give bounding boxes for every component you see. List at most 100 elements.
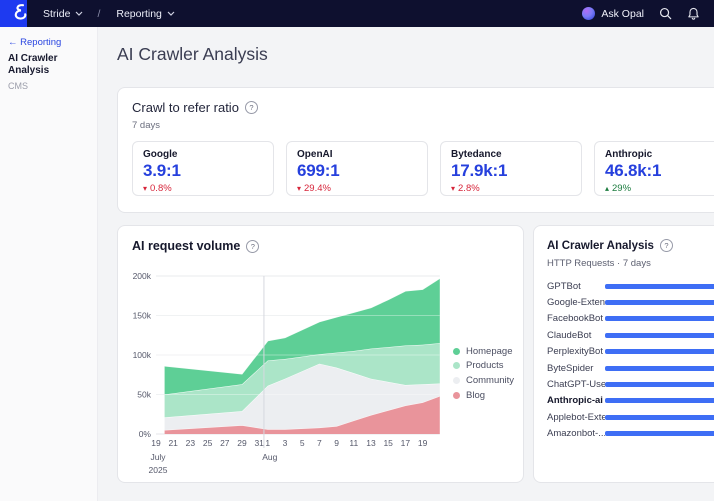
stat-label: Anthropic [605, 149, 714, 160]
crawler-row-label: ChatGPT-User [547, 379, 605, 390]
stride-logo[interactable] [0, 0, 27, 27]
help-icon[interactable]: ? [660, 239, 673, 252]
crawler-bar [605, 300, 714, 305]
stat-label: OpenAI [297, 149, 417, 160]
svg-text:3: 3 [283, 438, 288, 448]
crawler-card-subtitle: HTTP Requests · 7 days [534, 252, 714, 269]
ask-opal-button[interactable]: Ask Opal [582, 7, 644, 20]
crawler-bar-track [605, 366, 714, 371]
nav-right-group: Ask Opal [582, 7, 714, 21]
stats-row: Google3.9:1▾0.8%OpenAI699:1▾29.4%Bytedan… [132, 141, 714, 196]
ai-crawler-analysis-card: AI Crawler Analysis ? HTTP Requests · 7 … [533, 225, 714, 483]
svg-text:21: 21 [168, 438, 178, 448]
ask-opal-label: Ask Opal [601, 8, 644, 20]
opal-orb-icon [582, 7, 595, 20]
crawler-bar-track [605, 316, 714, 321]
crawler-card-title: AI Crawler Analysis [547, 240, 654, 252]
crawler-bar [605, 398, 714, 403]
crawler-row-facebookbot: FacebookBot [547, 311, 714, 327]
legend-label: Blog [466, 390, 485, 401]
crawler-row-label: Anthropic-ai [547, 395, 605, 406]
svg-text:27: 27 [220, 438, 230, 448]
nav-menu-reporting[interactable]: Reporting [116, 8, 175, 20]
logo-glyph-icon [10, 3, 30, 25]
search-icon[interactable] [659, 7, 672, 20]
svg-text:25: 25 [203, 438, 213, 448]
legend-dot-icon [453, 362, 460, 369]
crawler-bar [605, 284, 714, 289]
crawler-row-amazonbot-: Amazonbot-... [547, 426, 714, 442]
crawler-bar-list: GPTBot Google-ExtencFacebookBot ClaudeBot P… [547, 278, 714, 442]
stat-delta: ▴29% [605, 183, 714, 194]
nav-menu-stride[interactable]: Stride [43, 8, 83, 20]
bell-icon[interactable] [687, 7, 700, 21]
svg-text:29: 29 [237, 438, 247, 448]
stacked-area-chart: 0%50k100k150k200k19212325272931135791113… [118, 266, 468, 478]
legend-item-blog[interactable]: Blog [453, 388, 514, 403]
crawler-row-label: GPTBot [547, 281, 605, 292]
legend-item-community[interactable]: Community [453, 373, 514, 388]
crawler-bar-track [605, 284, 714, 289]
stat-label: Bytedance [451, 149, 571, 160]
ratio-card-period: 7 days [118, 115, 714, 131]
sidebar-current-page: AI Crawler Analysis [8, 53, 89, 77]
stat-value: 17.9k:1 [451, 161, 571, 181]
legend-dot-icon [453, 348, 460, 355]
help-icon[interactable]: ? [246, 240, 259, 253]
legend-item-homepage[interactable]: Homepage [453, 344, 514, 359]
crawler-row-label: ByteSpider [547, 363, 605, 374]
crawl-to-refer-ratio-card: Crawl to refer ratio ? 7 days Google3.9:… [117, 87, 714, 213]
svg-text:23: 23 [186, 438, 196, 448]
crawler-bar-track [605, 415, 714, 420]
stat-delta: ▾29.4% [297, 183, 417, 194]
crawler-row-label: ClaudeBot [547, 330, 605, 341]
stat-delta-value: 0.8% [150, 183, 172, 194]
crawler-bar-track [605, 431, 714, 436]
crawler-bar [605, 333, 714, 338]
crawler-bar-track [605, 382, 714, 387]
stat-card-anthropic: Anthropic46.8k:1 ▴29% [594, 141, 714, 196]
svg-text:19: 19 [151, 438, 161, 448]
sidebar-back-link[interactable]: ← Reporting [8, 37, 89, 48]
svg-text:Aug: Aug [262, 452, 277, 462]
help-icon[interactable]: ? [245, 101, 258, 114]
crawler-row-bytespider: ByteSpider [547, 360, 714, 376]
svg-text:11: 11 [349, 438, 358, 448]
stat-delta-value: 29.4% [304, 183, 331, 194]
svg-text:150k: 150k [133, 311, 152, 321]
triangle-down-icon: ▾ [297, 184, 301, 193]
crawler-bar-track [605, 349, 714, 354]
svg-text:100k: 100k [133, 350, 152, 360]
stat-card-bytedance: Bytedance17.9k:1▾2.8% [440, 141, 582, 196]
legend-label: Community [466, 375, 514, 386]
ratio-card-title: Crawl to refer ratio [132, 100, 239, 115]
page-title: AI Crawler Analysis [117, 44, 268, 65]
crawler-bar-track [605, 398, 714, 403]
volume-card-title: AI request volume [132, 239, 240, 253]
stat-value: 46.8k:1 [605, 161, 714, 181]
stat-card-openai: OpenAI699:1▾29.4% [286, 141, 428, 196]
ai-request-volume-card: AI request volume ? 0%50k100k150k200k192… [117, 225, 524, 483]
svg-text:7: 7 [317, 438, 322, 448]
crawler-bar [605, 415, 714, 420]
svg-text:200k: 200k [133, 271, 152, 281]
crawler-row-gptbot: GPTBot [547, 278, 714, 294]
chevron-down-icon [167, 11, 175, 16]
sidebar: ← Reporting AI Crawler Analysis CMS [0, 27, 98, 501]
crawler-row-claudebot: ClaudeBot [547, 327, 714, 343]
svg-text:9: 9 [334, 438, 339, 448]
crawler-row-chatgpt-user: ChatGPT-User [547, 376, 714, 392]
triangle-up-icon: ▴ [605, 184, 609, 193]
crawler-row-perplexitybot: PerplexityBot [547, 344, 714, 360]
svg-text:5: 5 [300, 438, 305, 448]
breadcrumb-separator: / [97, 8, 100, 20]
chart-legend: HomepageProductsCommunity Blog [453, 344, 514, 402]
svg-text:31: 31 [254, 438, 264, 448]
chevron-down-icon [75, 11, 83, 16]
svg-text:50k: 50k [137, 390, 151, 400]
legend-item-products[interactable]: Products [453, 359, 514, 374]
top-nav: Stride / Reporting Ask Opal [0, 0, 714, 27]
legend-dot-icon [453, 377, 460, 384]
stat-delta-value: 29% [612, 183, 631, 194]
crawler-row-google-extenc: Google-Extenc [547, 294, 714, 310]
